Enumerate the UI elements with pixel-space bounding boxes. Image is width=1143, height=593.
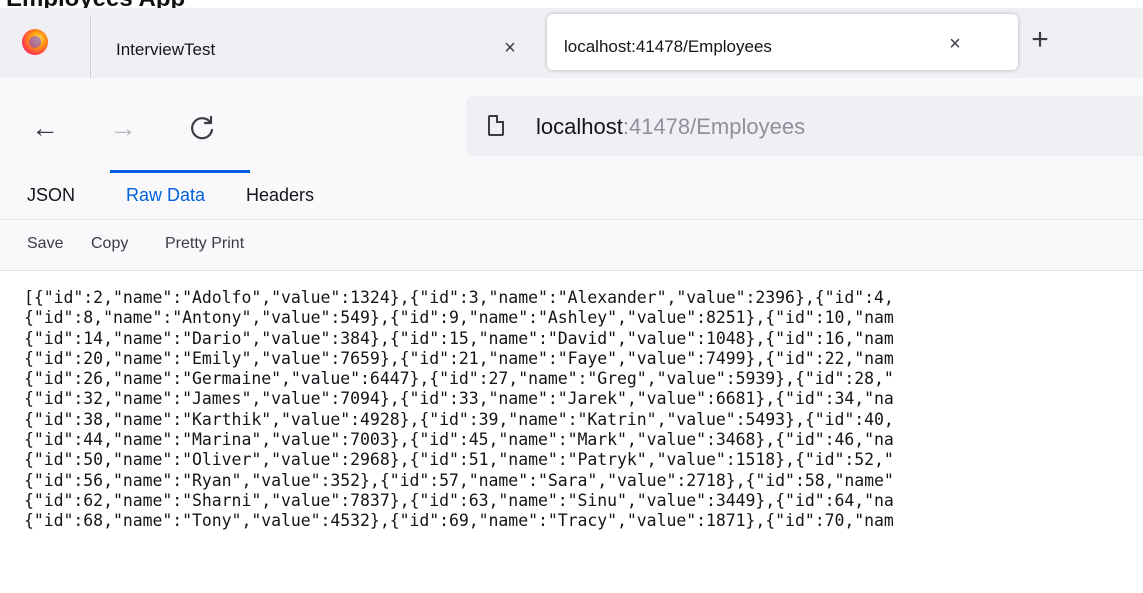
page-icon[interactable] — [488, 115, 504, 136]
close-icon[interactable]: × — [496, 34, 524, 62]
back-arrow-icon[interactable]: ← — [25, 108, 65, 148]
tab-title: localhost:41478/Employees — [564, 37, 772, 56]
tab-raw-data[interactable]: Raw Data — [126, 185, 205, 206]
raw-data-line: {"id":26,"name":"Germaine","value":6447}… — [24, 369, 894, 389]
page-heading-text: Employees App — [6, 0, 185, 8]
forward-arrow-icon[interactable]: → — [103, 108, 143, 148]
tab-json[interactable]: JSON — [27, 185, 75, 206]
url-text[interactable]: localhost:41478/Employees — [536, 114, 805, 140]
raw-data-line: {"id":62,"name":"Sharni","value":7837},{… — [24, 490, 894, 510]
tab-employees-active[interactable]: localhost:41478/Employees × — [547, 14, 1018, 70]
raw-data-line: {"id":38,"name":"Karthik","value":4928},… — [24, 409, 894, 429]
tab-interviewtest[interactable]: InterviewTest × — [91, 16, 541, 78]
raw-data-line: {"id":14,"name":"Dario","value":384},{"i… — [24, 328, 894, 348]
raw-data-line: {"id":8,"name":"Antony","value":549},{"i… — [24, 308, 894, 328]
raw-data-actions: Save Copy Pretty Print — [0, 221, 1143, 271]
save-button[interactable]: Save — [27, 235, 63, 253]
copy-button[interactable]: Copy — [91, 235, 128, 253]
raw-data-line: {"id":50,"name":"Oliver","value":2968},{… — [24, 450, 894, 470]
raw-data-line: {"id":56,"name":"Ryan","value":352},{"id… — [24, 470, 894, 490]
plus-icon[interactable]: + — [1022, 23, 1058, 59]
close-icon[interactable]: × — [941, 30, 969, 58]
active-tab-indicator — [110, 170, 250, 173]
tab-strip: InterviewTest × localhost:41478/Employee… — [0, 8, 1143, 78]
raw-data-content: [{"id":2,"name":"Adolfo","value":1324},{… — [24, 288, 1143, 588]
reload-icon[interactable] — [182, 108, 222, 148]
page-heading-cropped: Employees App — [0, 0, 1143, 8]
url-path: :41478/Employees — [622, 114, 806, 139]
raw-data-line: {"id":32,"name":"James","value":7094},{"… — [24, 389, 894, 409]
raw-data-line: [{"id":2,"name":"Adolfo","value":1324},{… — [24, 288, 894, 307]
raw-data-line: {"id":20,"name":"Emily","value":7659},{"… — [24, 348, 894, 368]
pretty-print-button[interactable]: Pretty Print — [165, 235, 244, 253]
url-host: localhost — [536, 114, 623, 139]
tab-title: InterviewTest — [116, 40, 216, 59]
navigation-toolbar: ← → localhost:41478/Employees — [0, 78, 1143, 170]
json-viewer-tabs: JSON Raw Data Headers — [0, 170, 1143, 220]
firefox-icon[interactable] — [22, 29, 48, 55]
raw-data-line: {"id":68,"name":"Tony","value":4532},{"i… — [24, 511, 894, 531]
raw-data-line: {"id":44,"name":"Marina","value":7003},{… — [24, 430, 894, 450]
url-bar[interactable]: localhost:41478/Employees — [466, 96, 1143, 156]
tab-headers[interactable]: Headers — [246, 185, 314, 206]
